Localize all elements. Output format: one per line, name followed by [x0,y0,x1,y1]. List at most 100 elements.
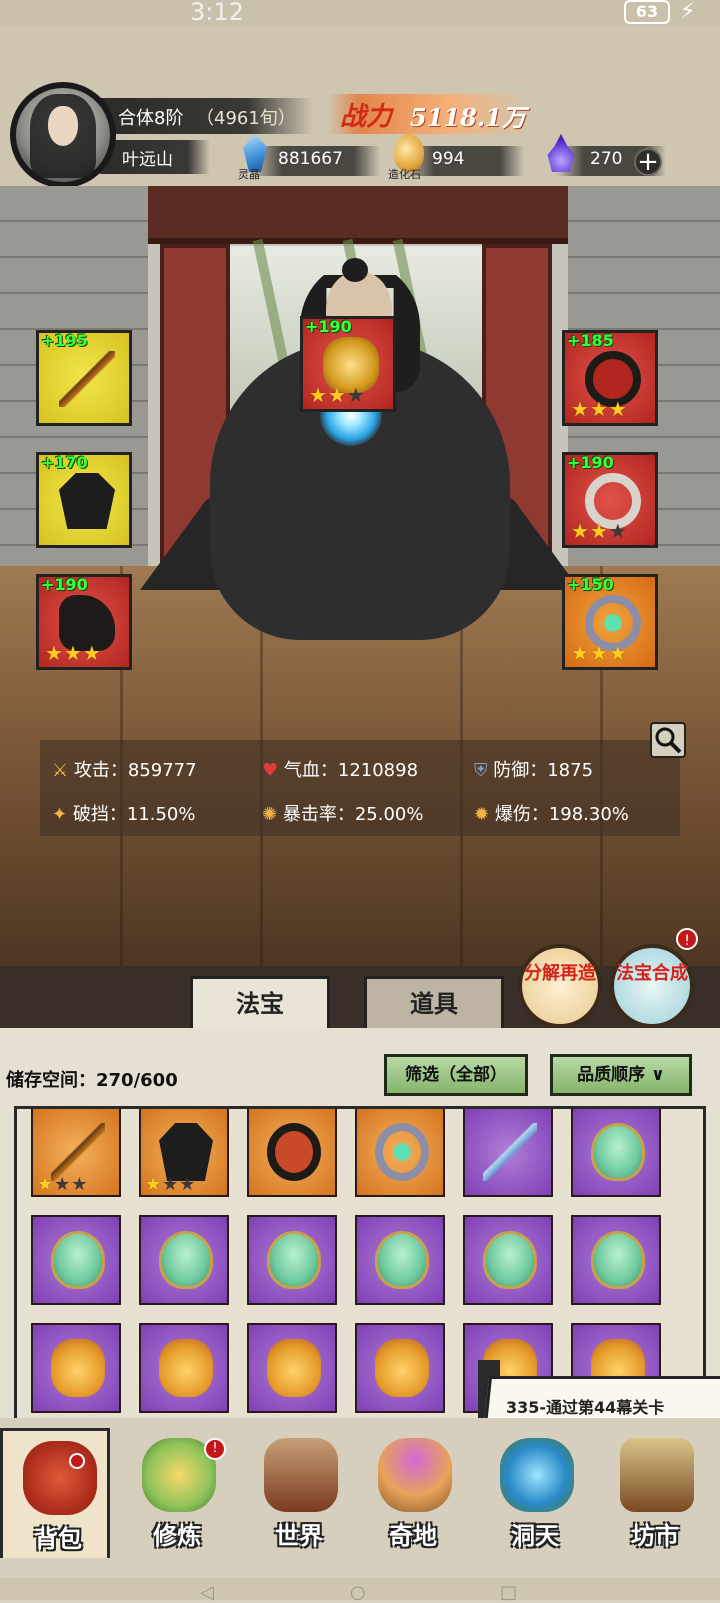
robe-icon [59,473,115,529]
nav-label: 背包 [34,1524,82,1553]
inventory-slot[interactable]: ★★★ [139,1109,229,1197]
inventory-slot[interactable] [571,1215,661,1305]
resource-caption: 灵晶 [238,168,260,181]
inventory-slot[interactable] [355,1323,445,1413]
stat-value: 11.50% [126,804,196,825]
inventory-slot[interactable] [463,1109,553,1197]
quest-text: 335-通过第44幕关卡 [506,1398,665,1417]
ring-icon [375,1123,429,1181]
inventory-slot[interactable]: ★★★ [31,1109,121,1197]
add-resource-button[interactable]: + [634,148,662,176]
jade-fan-icon [51,1231,105,1289]
sword-icon [483,1123,537,1181]
nav-wonderland[interactable]: 奇地 [358,1428,468,1558]
equip-slot-sigil[interactable]: +190 ★★★ [300,316,396,412]
storage-capacity: 储存空间：270/600 [6,1066,178,1092]
filter-button[interactable]: 筛选（全部） [384,1054,528,1096]
inventory-slot[interactable] [31,1215,121,1305]
creation-stone-value: 994 [432,149,465,169]
cave-icon [500,1438,574,1512]
sort-label: 品质顺序 [577,1065,646,1085]
star-rating: ★★★ [45,641,102,665]
avatar[interactable] [10,82,116,188]
jade-fan-icon [267,1231,321,1289]
equip-bonus: +190 [567,453,614,472]
equip-bonus: +190 [41,575,88,594]
chevron-down-icon: ∨ [651,1065,665,1085]
nav-world[interactable]: 世界 [244,1428,354,1558]
robe-icon [159,1123,213,1181]
lion-beast-icon [267,1339,321,1397]
star-rating: ★★★ [571,519,628,543]
nav-cave[interactable]: 洞天 [480,1428,590,1558]
jade-fan-icon [159,1231,213,1289]
stat-value: 859777 [127,760,197,781]
attack-icon: ⚔ [52,760,69,781]
world-icon [264,1438,338,1512]
nav-cultivate[interactable]: ! 修炼 [122,1428,232,1558]
jade-fan-icon [483,1231,537,1289]
nav-label: 世界 [275,1521,323,1550]
jade-fan-icon [591,1231,645,1289]
inventory-slot[interactable] [139,1323,229,1413]
inventory-slot[interactable] [31,1323,121,1413]
equip-slot-ring[interactable]: +150 ★★★ [562,574,658,670]
inventory-slot[interactable] [139,1215,229,1305]
status-bar [0,0,720,26]
tab-treasure[interactable]: 法宝 [190,976,330,1032]
realm-duration: （4961旬） [196,108,296,129]
stat-value: 1875 [547,760,594,781]
inventory-slot[interactable] [463,1215,553,1305]
stat-value: 25.00% [354,804,424,825]
equip-slot-robe[interactable]: +170 [36,452,132,548]
stat-attack: ⚔ 攻击：859777 [52,756,197,782]
lion-beast-icon [159,1339,213,1397]
tab-items[interactable]: 道具 [364,976,504,1032]
backpack-icon [23,1441,97,1515]
defense-icon: ⛨ [474,760,488,781]
sort-dropdown[interactable]: 品质顺序 ∨ [550,1054,692,1096]
stat-armor-break: ✦ 破挡：11.50% [52,800,195,826]
inventory-slot[interactable] [247,1109,337,1197]
health-icon: ♥ [262,760,279,781]
armor-break-icon: ✦ [52,804,68,825]
storage-label: 储存空间： [6,1070,96,1091]
notification-badge: ! [676,928,698,950]
inventory-slot[interactable] [355,1109,445,1197]
wonderland-icon [378,1438,452,1512]
inventory-slot[interactable] [247,1215,337,1305]
equip-slot-headband[interactable]: +185 ★★★ [562,330,658,426]
nav-backpack[interactable]: 背包 [0,1428,110,1558]
disassemble-button[interactable]: 分解再造 [518,944,602,1028]
inventory-grid: ★★★ ★★★ [14,1106,706,1422]
character-hair-bun [342,258,368,282]
equip-slot-boots[interactable]: +190 ★★★ [36,574,132,670]
jade-fan-icon [375,1231,429,1289]
power-label: 战力 [340,102,393,132]
magnify-button[interactable] [650,722,686,758]
nav-market[interactable]: 坊市 [600,1428,710,1558]
status-time: 3:12 [190,0,244,26]
stat-defense: ⛨ 防御：1875 [474,756,593,782]
stat-label: 暴击率： [282,804,355,825]
stat-label: 防御： [493,760,548,781]
equip-slot-weapon[interactable]: +195 [36,330,132,426]
star-rating: ★★★ [571,641,628,665]
inventory-slot[interactable] [571,1109,661,1197]
equip-slot-pendant[interactable]: +190 ★★★ [562,452,658,548]
notification-badge: ! [204,1438,226,1460]
nav-label: 修炼 [153,1521,201,1550]
inventory-slot[interactable] [247,1323,337,1413]
lion-beast-icon [375,1339,429,1397]
staff-icon [59,351,115,407]
nav-label: 洞天 [511,1521,559,1550]
power-value: 5118.1万 [410,103,526,132]
nav-label: 奇地 [389,1521,437,1550]
charging-icon: ⚡ [680,0,696,24]
notification-dot [69,1453,85,1469]
crit-damage-icon: ✹ [474,804,490,825]
nav-label: 坊市 [631,1521,679,1550]
lion-beast-icon [51,1339,105,1397]
synthesize-button[interactable]: 法宝合成 [610,944,694,1028]
inventory-slot[interactable] [355,1215,445,1305]
